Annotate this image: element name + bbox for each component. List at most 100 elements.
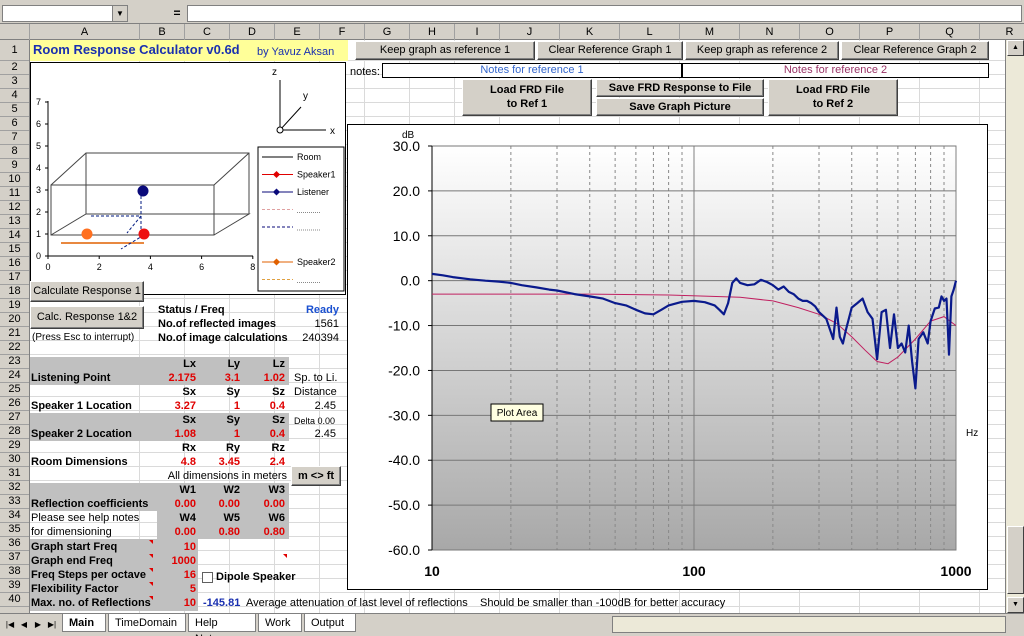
- lz-value[interactable]: 1.02: [245, 371, 285, 385]
- s2z-value[interactable]: 0.4: [245, 427, 285, 441]
- max-reflections-value[interactable]: 10: [156, 596, 196, 610]
- column-header-b[interactable]: B: [140, 24, 185, 40]
- lx-value[interactable]: 2.175: [156, 371, 196, 385]
- row-header-1[interactable]: 1: [0, 40, 29, 61]
- column-header-h[interactable]: H: [410, 24, 455, 40]
- column-header-f[interactable]: F: [320, 24, 365, 40]
- s1x-value[interactable]: 3.27: [156, 399, 196, 413]
- formula-input[interactable]: [187, 5, 1022, 22]
- row-header-22[interactable]: 22: [0, 341, 29, 355]
- w2-value[interactable]: 0.00: [200, 497, 240, 511]
- row-header-15[interactable]: 15: [0, 243, 29, 257]
- dipole-checkbox[interactable]: [202, 572, 213, 583]
- row-header-10[interactable]: 10: [0, 173, 29, 187]
- column-header-g[interactable]: G: [365, 24, 410, 40]
- sheet-grid[interactable]: Room Response Calculator v0.6d by Yavuz …: [30, 40, 1005, 613]
- row-header-19[interactable]: 19: [0, 299, 29, 313]
- row-header-30[interactable]: 30: [0, 453, 29, 467]
- freq-steps-value[interactable]: 16: [156, 568, 196, 582]
- row-header-35[interactable]: 35: [0, 523, 29, 537]
- sheet-tab-work[interactable]: Work: [258, 614, 302, 632]
- w3-value[interactable]: 0.00: [245, 497, 285, 511]
- column-header-r[interactable]: R: [980, 24, 1024, 40]
- row-header-18[interactable]: 18: [0, 285, 29, 299]
- row-header-40[interactable]: 40: [0, 593, 29, 607]
- flexibility-value[interactable]: 5: [156, 582, 196, 596]
- w6-value[interactable]: 0.80: [245, 525, 285, 539]
- column-header-c[interactable]: C: [185, 24, 230, 40]
- column-header-i[interactable]: I: [455, 24, 500, 40]
- column-header-o[interactable]: O: [800, 24, 860, 40]
- row-header-9[interactable]: 9: [0, 159, 29, 173]
- clear-reference-1-button[interactable]: Clear Reference Graph 1: [537, 41, 683, 60]
- ry-value[interactable]: 3.45: [200, 455, 240, 469]
- rz-value[interactable]: 2.4: [245, 455, 285, 469]
- scroll-down-icon[interactable]: ▼: [1007, 597, 1024, 613]
- row-header-34[interactable]: 34: [0, 509, 29, 523]
- row-header-17[interactable]: 17: [0, 271, 29, 285]
- row-header-32[interactable]: 32: [0, 481, 29, 495]
- keep-reference-1-button[interactable]: Keep graph as reference 1: [355, 41, 535, 60]
- row-header-36[interactable]: 36: [0, 537, 29, 551]
- clear-reference-2-button[interactable]: Clear Reference Graph 2: [841, 41, 989, 60]
- keep-reference-2-button[interactable]: Keep graph as reference 2: [685, 41, 839, 60]
- graph-start-value[interactable]: 10: [156, 540, 196, 554]
- s2y-value[interactable]: 1: [200, 427, 240, 441]
- row-header-29[interactable]: 29: [0, 439, 29, 453]
- row-header-16[interactable]: 16: [0, 257, 29, 271]
- sheet-tab-help-notes[interactable]: Help Notes: [188, 614, 256, 636]
- row-header-14[interactable]: 14: [0, 229, 29, 243]
- column-header-q[interactable]: Q: [920, 24, 980, 40]
- last-sheet-icon[interactable]: ▶|: [46, 617, 58, 632]
- column-header-p[interactable]: P: [860, 24, 920, 40]
- row-header-39[interactable]: 39: [0, 579, 29, 593]
- row-header-6[interactable]: 6: [0, 117, 29, 131]
- row-header-12[interactable]: 12: [0, 201, 29, 215]
- s1z-value[interactable]: 0.4: [245, 399, 285, 413]
- row-header-24[interactable]: 24: [0, 369, 29, 383]
- column-header-d[interactable]: D: [230, 24, 275, 40]
- row-header-8[interactable]: 8: [0, 145, 29, 159]
- w1-value[interactable]: 0.00: [156, 497, 196, 511]
- column-header-n[interactable]: N: [740, 24, 800, 40]
- scroll-up-icon[interactable]: ▲: [1007, 40, 1024, 56]
- row-header-3[interactable]: 3: [0, 75, 29, 89]
- formula-equals[interactable]: =: [168, 5, 186, 21]
- row-header-5[interactable]: 5: [0, 103, 29, 117]
- w5-value[interactable]: 0.80: [200, 525, 240, 539]
- column-header-k[interactable]: K: [560, 24, 620, 40]
- save-graph-picture-button[interactable]: Save Graph Picture: [596, 98, 764, 116]
- sheet-tab-timedomain[interactable]: TimeDomain: [108, 614, 186, 632]
- s2x-value[interactable]: 1.08: [156, 427, 196, 441]
- row-header-4[interactable]: 4: [0, 89, 29, 103]
- save-frd-button[interactable]: Save FRD Response to File: [596, 79, 764, 97]
- s1y-value[interactable]: 1: [200, 399, 240, 413]
- row-header-28[interactable]: 28: [0, 425, 29, 439]
- prev-sheet-icon[interactable]: ◀: [18, 617, 30, 632]
- column-header-m[interactable]: M: [680, 24, 740, 40]
- column-header-e[interactable]: E: [275, 24, 320, 40]
- scroll-thumb[interactable]: [1007, 526, 1024, 594]
- row-header-11[interactable]: 11: [0, 187, 29, 201]
- column-header-a[interactable]: A: [30, 24, 140, 40]
- notes-reference-2[interactable]: Notes for reference 2: [682, 63, 989, 78]
- w4-value[interactable]: 0.00: [156, 525, 196, 539]
- vertical-scrollbar[interactable]: ▲ ▼: [1005, 40, 1024, 613]
- ly-value[interactable]: 3.1: [200, 371, 240, 385]
- sheet-tab-main[interactable]: Main: [62, 614, 106, 632]
- column-header-j[interactable]: J: [500, 24, 560, 40]
- unit-toggle-button[interactable]: m <> ft: [291, 466, 341, 486]
- row-header-13[interactable]: 13: [0, 215, 29, 229]
- load-frd-ref1-button[interactable]: Load FRD File to Ref 1: [462, 79, 592, 116]
- chevron-down-icon[interactable]: ▼: [112, 6, 127, 21]
- row-header-27[interactable]: 27: [0, 411, 29, 425]
- rx-value[interactable]: 4.8: [156, 455, 196, 469]
- response-chart[interactable]: 30.0 20.0 10.0 0.0 -10.0 -20.0 -30.0 -40.0 -50.0…: [347, 124, 988, 590]
- row-header-21[interactable]: 21: [0, 327, 29, 341]
- horizontal-scrollbar[interactable]: [612, 616, 1006, 633]
- next-sheet-icon[interactable]: ▶: [32, 617, 44, 632]
- first-sheet-icon[interactable]: |◀: [4, 617, 16, 632]
- row-header-31[interactable]: 31: [0, 467, 29, 481]
- calculate-response-1-button[interactable]: Calculate Response 1: [30, 281, 144, 302]
- row-header-20[interactable]: 20: [0, 313, 29, 327]
